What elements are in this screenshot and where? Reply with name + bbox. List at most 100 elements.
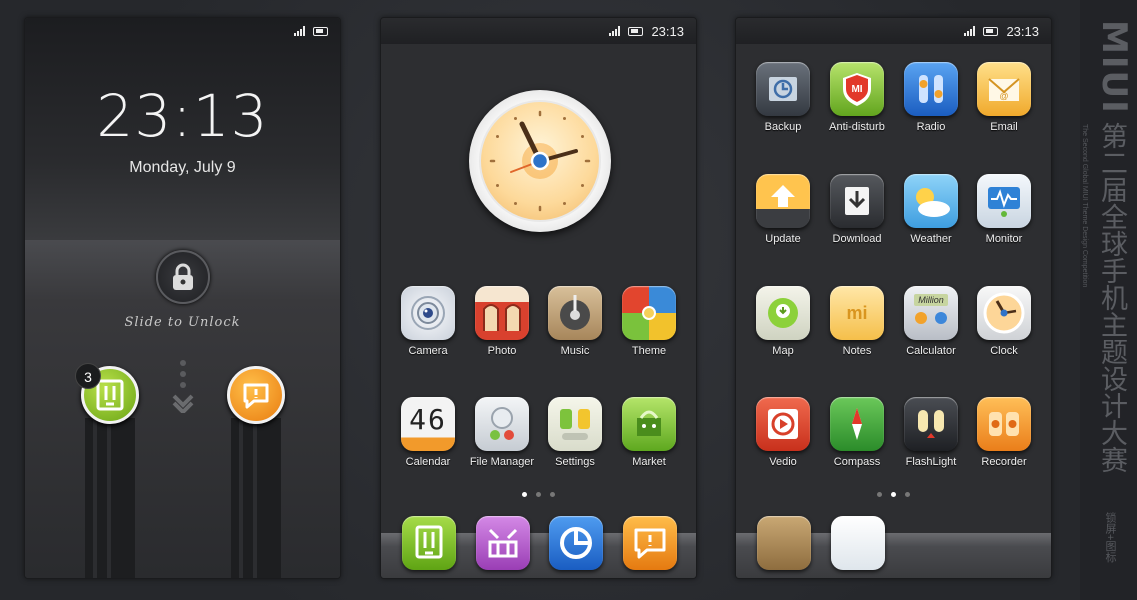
status-bar: 23:13 — [736, 18, 1051, 44]
app-compass[interactable]: Compass — [821, 397, 893, 487]
app-photo[interactable]: Photo — [466, 286, 538, 376]
chat-bubble-icon — [634, 528, 666, 559]
camera-icon — [401, 286, 455, 340]
clock-widget[interactable] — [469, 90, 611, 232]
app-download[interactable]: Download — [821, 174, 893, 264]
app-email[interactable]: @ Email — [968, 62, 1040, 152]
app-theme[interactable]: Theme — [613, 286, 685, 376]
app-label: Camera — [408, 345, 448, 357]
market-icon — [622, 397, 676, 451]
lock-time: 23:13 — [96, 82, 269, 150]
flashlight-icon — [904, 397, 958, 451]
app-weather[interactable]: Weather — [895, 174, 967, 264]
email-icon: @ — [977, 62, 1031, 116]
app-settings[interactable]: Settings — [539, 397, 611, 487]
status-bar: 23:13 — [381, 18, 696, 44]
app-label: Vedio — [769, 456, 797, 468]
home-screen-1-phone: 23:13 Camera Photo Music Theme 46 Calend… — [380, 17, 697, 579]
app-label: Notes — [842, 345, 872, 357]
app-camera[interactable]: Camera — [392, 286, 464, 376]
app-calendar[interactable]: 46 Calendar — [392, 397, 464, 487]
unlock-button[interactable] — [156, 250, 210, 304]
app-label: Backup — [764, 121, 802, 133]
page-dot-active[interactable] — [891, 492, 896, 497]
app-label: Calendar — [405, 456, 451, 468]
brand-logo: MIUI — [1094, 20, 1134, 115]
app-label: Theme — [631, 345, 667, 357]
signal-icon — [294, 26, 305, 36]
app-backup[interactable]: Backup — [747, 62, 819, 152]
app-file-manager[interactable]: File Manager — [466, 397, 538, 487]
calculator-display: Million — [914, 294, 948, 306]
app-update[interactable]: Update — [747, 174, 819, 264]
app-recorder[interactable]: Recorder — [968, 397, 1040, 487]
dock-blank-app[interactable] — [831, 516, 885, 570]
messages-icon — [415, 525, 443, 559]
contacts-icon — [488, 528, 518, 558]
dock-browser[interactable] — [549, 516, 603, 570]
dock-folder[interactable] — [757, 516, 811, 570]
anti-disturb-icon: MI — [830, 62, 884, 116]
svg-text:MI: MI — [851, 84, 862, 95]
status-time: 23:13 — [1006, 23, 1039, 39]
lock-chat-shortcut[interactable] — [227, 366, 285, 424]
browser-icon — [560, 527, 592, 559]
app-label: FlashLight — [905, 456, 957, 468]
app-monitor[interactable]: Monitor — [968, 174, 1040, 264]
monitor-icon — [977, 174, 1031, 228]
page-dot[interactable] — [536, 492, 541, 497]
app-map[interactable]: Map — [747, 286, 819, 376]
svg-text:@: @ — [999, 91, 1008, 101]
home-screen-2-phone: 23:13 Backup MI Anti-disturb Radio @ Ema… — [735, 17, 1052, 579]
app-label: Compass — [833, 456, 881, 468]
status-bar — [25, 18, 340, 44]
messages-icon — [96, 379, 124, 411]
app-label: Market — [632, 456, 666, 468]
app-label: Radio — [916, 121, 946, 133]
app-flashlight[interactable]: FlashLight — [895, 397, 967, 487]
slide-track-left — [85, 418, 135, 578]
page-indicator — [736, 492, 1051, 497]
signal-icon — [964, 26, 976, 36]
theme-icon — [622, 286, 676, 340]
dock-contacts[interactable] — [476, 516, 530, 570]
photo-icon — [475, 286, 529, 340]
app-market[interactable]: Market — [613, 397, 685, 487]
file-manager-icon — [475, 397, 529, 451]
dock-messages[interactable] — [402, 516, 456, 570]
calculator-icon: Million — [904, 286, 958, 340]
signal-icon — [609, 26, 621, 36]
app-calculator[interactable]: Million Calculator — [895, 286, 967, 376]
status-time: 23:13 — [651, 23, 684, 39]
app-label: Clock — [990, 345, 1018, 357]
app-music[interactable]: Music — [539, 286, 611, 376]
app-radio[interactable]: Radio — [895, 62, 967, 152]
app-anti-disturb[interactable]: MI Anti-disturb — [821, 62, 893, 152]
slide-to-unlock-text: Slide to Unlock — [124, 315, 241, 330]
weather-icon — [904, 174, 958, 228]
app-label: Email — [990, 121, 1018, 133]
subtitle-english: The Second Global MIUI Theme Design Comp… — [1081, 124, 1088, 288]
app-label: Settings — [555, 456, 595, 468]
app-clock[interactable]: Clock — [968, 286, 1040, 376]
battery-icon — [983, 26, 999, 36]
app-label: Weather — [910, 233, 952, 245]
page-dot[interactable] — [877, 492, 882, 497]
app-label: Monitor — [985, 233, 1023, 245]
page-dot[interactable] — [905, 492, 910, 497]
battery-icon — [628, 26, 644, 36]
page-dot[interactable] — [550, 492, 555, 497]
app-notes[interactable]: mi Notes — [821, 286, 893, 376]
map-icon — [756, 286, 810, 340]
app-vedio[interactable]: Vedio — [747, 397, 819, 487]
page-dot-active[interactable] — [522, 492, 527, 497]
download-icon — [830, 174, 884, 228]
app-label: Anti-disturb — [829, 121, 885, 133]
app-label: Recorder — [981, 456, 1027, 468]
dock-chat[interactable] — [623, 516, 677, 570]
category-note: 锁屏+图标 — [1104, 512, 1116, 563]
calendar-digits: 46 — [409, 402, 447, 436]
chat-bubble-icon — [243, 383, 269, 409]
app-label: Music — [560, 345, 590, 357]
radio-icon — [904, 62, 958, 116]
